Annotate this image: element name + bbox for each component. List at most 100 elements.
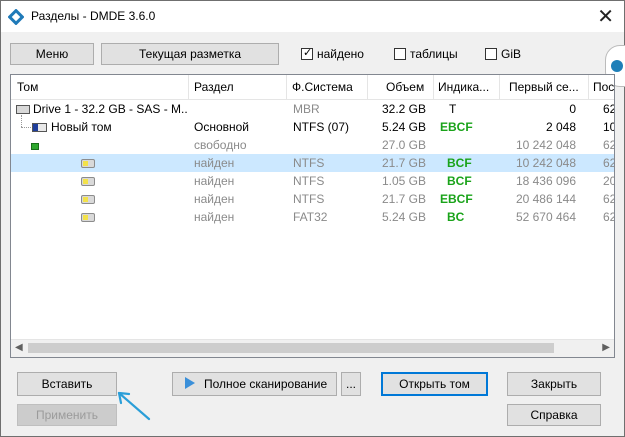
column-divider[interactable]	[433, 75, 434, 99]
full-scan-button[interactable]: Полное сканирование	[172, 372, 337, 396]
dmde-app-icon	[8, 9, 24, 25]
gib-checkbox-label: GiB	[501, 47, 522, 61]
cell-size: 32.2 GB	[381, 102, 426, 116]
cell-size: 21.7 GB	[381, 192, 426, 206]
partition-icon	[81, 159, 95, 168]
help-button[interactable]: Справка	[507, 404, 601, 426]
column-header-first-sector[interactable]: Первый се...	[509, 75, 581, 99]
cell-indicators: BCF	[447, 156, 472, 170]
table-row[interactable]: свободно 27.0 GB 10 242 048 62	[11, 136, 614, 154]
column-header-size[interactable]: Объем	[386, 75, 431, 99]
free-space-icon	[31, 143, 39, 150]
close-button[interactable]: Закрыть	[507, 372, 601, 396]
cell-filesystem: FAT32	[293, 210, 328, 224]
play-icon	[185, 377, 195, 389]
cell-volume: Drive 1 - 32.2 GB - SAS - M...	[33, 102, 188, 116]
cell-last-sector: 20	[603, 174, 614, 188]
cell-filesystem: NTFS	[293, 174, 325, 188]
column-header-last-sector[interactable]: Пос	[593, 75, 614, 99]
cell-partition: Основной	[194, 120, 250, 134]
scan-options-button[interactable]: ...	[341, 372, 361, 396]
cell-first-sector: 52 670 464	[515, 210, 576, 224]
cell-partition: найден	[194, 210, 235, 224]
scrollbar-thumb[interactable]	[28, 343, 554, 353]
cell-size: 5.24 GB	[381, 120, 426, 134]
column-divider[interactable]	[367, 75, 368, 99]
table-row[interactable]: найден FAT32 5.24 GB BC 52 670 464 62	[11, 208, 614, 226]
column-header-indicators[interactable]: Индика...	[438, 75, 500, 99]
cell-size: 27.0 GB	[381, 138, 426, 152]
cell-first-sector: 10 242 048	[515, 138, 576, 152]
cell-indicators: EBCF	[440, 120, 473, 134]
close-icon[interactable]: ✕	[597, 4, 614, 29]
found-checkbox[interactable]: ✓ найдено	[301, 47, 364, 61]
gib-checkbox[interactable]: GiB	[485, 47, 521, 61]
cell-first-sector: 0	[569, 102, 576, 116]
cell-partition: свободно	[194, 138, 247, 152]
cell-size: 21.7 GB	[381, 156, 426, 170]
cell-filesystem: NTFS	[293, 156, 325, 170]
column-header-filesystem[interactable]: Ф.Система	[292, 75, 372, 99]
partition-icon	[81, 195, 95, 204]
current-layout-button[interactable]: Текущая разметка	[101, 43, 279, 65]
tables-checkbox[interactable]: таблицы	[394, 47, 458, 61]
found-checkbox-label: найдено	[317, 47, 364, 61]
table-row[interactable]: Drive 1 - 32.2 GB - SAS - M... MBR 32.2 …	[11, 100, 614, 118]
partitions-list[interactable]: Том Раздел Ф.Система Объем Индика... Пер…	[10, 74, 615, 358]
partition-icon	[81, 177, 95, 186]
cell-last-sector: 62	[603, 210, 614, 224]
table-row[interactable]: Новый том Основной NTFS (07) 5.24 GB EBC…	[11, 118, 614, 136]
column-divider[interactable]	[286, 75, 287, 99]
cell-filesystem: NTFS (07)	[293, 120, 350, 134]
annotation-arrow-icon	[117, 391, 151, 421]
tables-checkbox-label: таблицы	[410, 47, 458, 61]
table-row-selected[interactable]: найден NTFS 21.7 GB BCF 10 242 048 62	[11, 154, 614, 172]
table-row[interactable]: найден NTFS 1.05 GB BCF 18 436 096 20	[11, 172, 614, 190]
cell-first-sector: 20 486 144	[515, 192, 576, 206]
scroll-right-icon[interactable]: ▶	[602, 342, 610, 353]
cell-size: 1.05 GB	[381, 174, 426, 188]
cell-first-sector: 2 048	[545, 120, 576, 134]
apply-button[interactable]: Применить	[17, 404, 117, 426]
volume-icon	[32, 123, 47, 132]
tables-checkbox-box[interactable]	[394, 48, 406, 60]
column-divider[interactable]	[188, 75, 189, 99]
cell-size: 5.24 GB	[381, 210, 426, 224]
column-divider[interactable]	[588, 75, 589, 99]
cell-indicators: EBCF	[440, 192, 473, 206]
cell-volume: Новый том	[51, 120, 112, 134]
cell-last-sector: 62	[603, 102, 614, 116]
table-row[interactable]: найден NTFS 21.7 GB EBCF 20 486 144 62	[11, 190, 614, 208]
cell-partition: найден	[194, 156, 235, 170]
insert-button[interactable]: Вставить	[17, 372, 117, 396]
open-volume-button[interactable]: Открыть том	[381, 372, 488, 396]
found-checkbox-box[interactable]: ✓	[301, 47, 313, 60]
cell-last-sector: 62	[603, 138, 614, 152]
checkmark-icon: ✓	[303, 47, 313, 59]
column-header-volume[interactable]: Том	[17, 75, 187, 99]
cell-last-sector: 62	[603, 192, 614, 206]
cell-indicators: BC	[447, 210, 465, 224]
cell-last-sector: 62	[603, 156, 614, 170]
title-bar: Разделы - DMDE 3.6.0 ✕	[1, 1, 624, 32]
cell-first-sector: 10 242 048	[515, 156, 576, 170]
horizontal-scrollbar[interactable]: ◀ ▶	[11, 339, 614, 357]
partition-icon	[81, 213, 95, 222]
gib-checkbox-box[interactable]	[485, 48, 497, 60]
full-scan-label: Полное сканирование	[204, 377, 328, 391]
menu-button[interactable]: Меню	[10, 43, 94, 65]
dialog-window: Разделы - DMDE 3.6.0 ✕ Меню Текущая разм…	[0, 0, 625, 437]
scroll-left-icon[interactable]: ◀	[15, 342, 23, 353]
cell-filesystem: MBR	[293, 102, 320, 116]
list-header: Том Раздел Ф.Система Объем Индика... Пер…	[11, 75, 614, 100]
cell-first-sector: 18 436 096	[515, 174, 576, 188]
cell-filesystem: NTFS	[293, 192, 325, 206]
info-icon	[611, 60, 623, 72]
column-header-partition[interactable]: Раздел	[194, 75, 284, 99]
cell-partition: найден	[194, 192, 235, 206]
column-divider[interactable]	[499, 75, 500, 99]
cell-partition: найден	[194, 174, 235, 188]
hard-drive-icon	[16, 105, 30, 114]
window-title: Разделы - DMDE 3.6.0	[31, 9, 156, 23]
cell-last-sector: 10	[603, 120, 614, 134]
